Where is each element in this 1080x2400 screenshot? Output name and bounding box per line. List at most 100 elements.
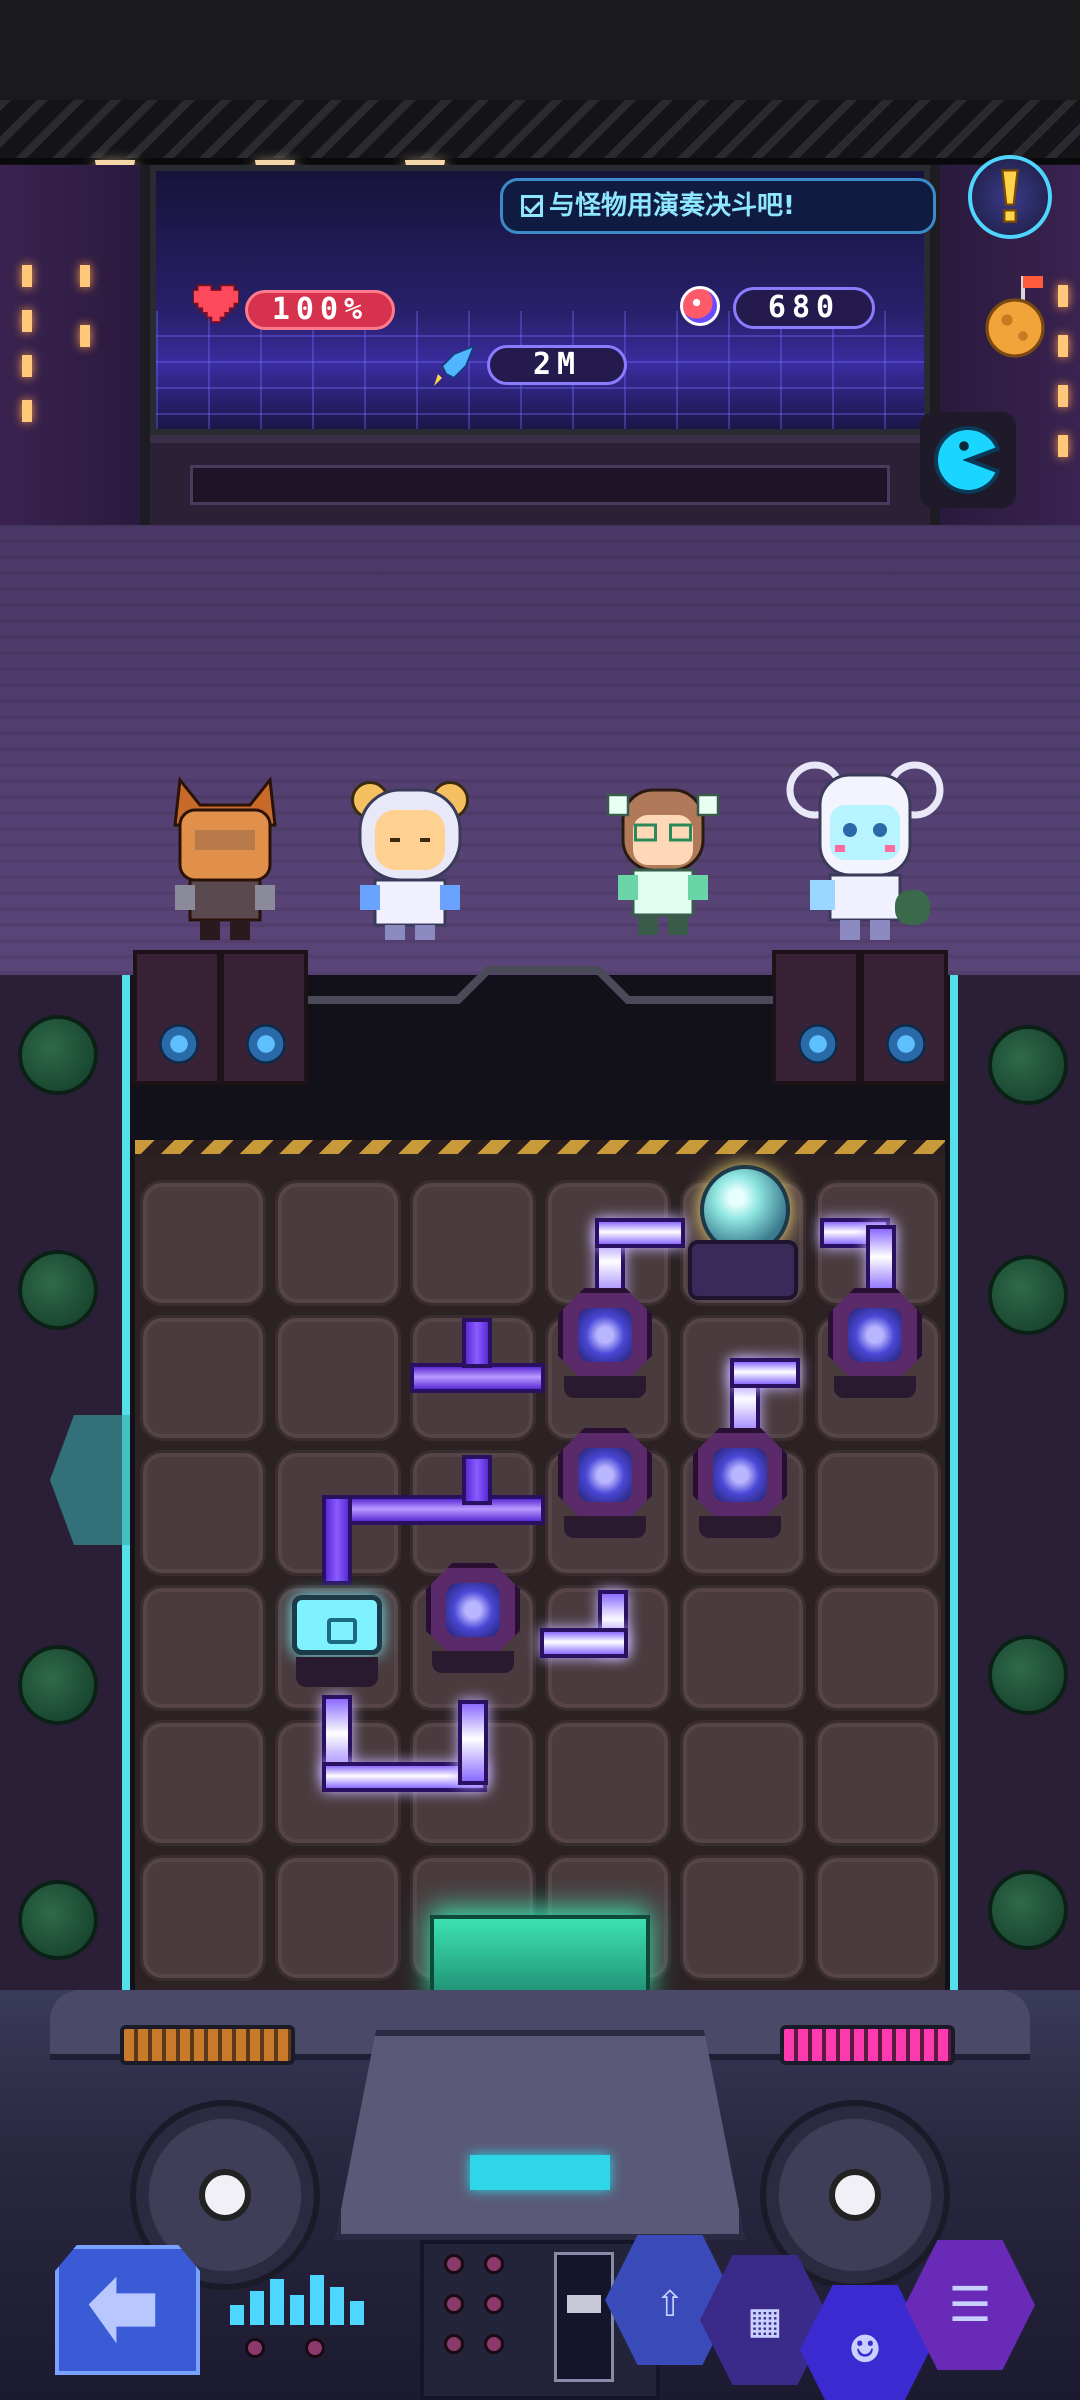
node-base: [296, 1657, 378, 1687]
node-base: [834, 1376, 916, 1398]
speaker: [860, 950, 948, 1085]
planet-flag-icon: [985, 276, 1045, 358]
pipe-segment[interactable]: [462, 1318, 492, 1368]
board-tile[interactable]: [275, 1855, 401, 1981]
board-tile[interactable]: [680, 1720, 806, 1846]
orb-pedestal: [688, 1240, 798, 1300]
knob[interactable]: [444, 2294, 464, 2314]
mission-banner[interactable]: 与怪物用演奏决斗吧!: [500, 178, 936, 234]
amplifier-node[interactable]: [820, 1280, 930, 1400]
board-tile[interactable]: [140, 1720, 266, 1846]
amplifier-node[interactable]: [550, 1280, 660, 1400]
knob[interactable]: [444, 2254, 464, 2274]
knob[interactable]: [484, 2334, 504, 2354]
checkbox-icon: [521, 195, 543, 217]
planet-button[interactable]: [975, 268, 1055, 368]
node-base: [564, 1376, 646, 1398]
fader[interactable]: [554, 2252, 614, 2382]
board-tile[interactable]: [140, 1855, 266, 1981]
wall-bulb: [22, 400, 32, 422]
board-tile[interactable]: [410, 1180, 536, 1306]
mission-text: 与怪物用演奏决斗吧!: [549, 191, 795, 221]
left-side-panel: [0, 975, 130, 2005]
pacman-icon: [934, 425, 1001, 494]
right-level-meter: [780, 2025, 955, 2065]
health-value: 100%: [245, 290, 395, 330]
wall-bulb: [22, 355, 32, 377]
node-core: [578, 1308, 632, 1362]
amplifier-node[interactable]: [685, 1420, 795, 1540]
speaker: [133, 950, 221, 1085]
knob[interactable]: [484, 2294, 504, 2314]
top-bar: [0, 0, 1080, 100]
pipe-segment[interactable]: [330, 1495, 545, 1525]
deck-light: [470, 2155, 610, 2190]
board-tile[interactable]: [815, 1720, 941, 1846]
wall-bulb: [80, 325, 90, 347]
eq-bar: [350, 2301, 364, 2325]
band-member-glasses-boy[interactable]: [598, 770, 728, 945]
speaker-cone: [886, 1024, 926, 1064]
band-member-fox[interactable]: [160, 770, 290, 945]
amplifier-node[interactable]: [550, 1420, 660, 1540]
wall-bulb: [80, 265, 90, 287]
eq-bar: [270, 2279, 284, 2325]
back-arrow-icon: [88, 2276, 156, 2344]
board-tile[interactable]: [545, 1720, 671, 1846]
left-level-meter: [120, 2025, 295, 2065]
board-tile[interactable]: [140, 1180, 266, 1306]
wall-bulb: [22, 265, 32, 287]
board-tile[interactable]: [815, 1585, 941, 1711]
board-tile[interactable]: [140, 1450, 266, 1576]
board-tile[interactable]: [275, 1315, 401, 1441]
pipe-segment[interactable]: [540, 1628, 628, 1658]
eq-bar: [310, 2275, 324, 2325]
node-base: [699, 1516, 781, 1538]
eq-bar: [230, 2305, 244, 2325]
knob[interactable]: [305, 2338, 325, 2358]
alert-button[interactable]: [968, 155, 1052, 239]
pipe-segment[interactable]: [730, 1358, 800, 1388]
pipe-segment[interactable]: [595, 1218, 685, 1248]
board-tile[interactable]: [140, 1315, 266, 1441]
plant-decoration: [988, 1255, 1068, 1335]
wall-bulb: [1058, 435, 1068, 457]
board-tile[interactable]: [680, 1855, 806, 1981]
board-tile[interactable]: [680, 1585, 806, 1711]
plant-decoration: [18, 1645, 98, 1725]
screen-base: [150, 435, 930, 525]
knob[interactable]: [484, 2254, 504, 2274]
board-tile[interactable]: [815, 1450, 941, 1576]
pipe-segment[interactable]: [462, 1455, 492, 1505]
knob[interactable]: [245, 2338, 265, 2358]
target-icon: [199, 2169, 251, 2221]
wall-bulb: [1058, 335, 1068, 357]
pipe-segment[interactable]: [322, 1495, 352, 1585]
eq-bar: [330, 2287, 344, 2325]
plant-decoration: [18, 1880, 98, 1960]
pacman-button[interactable]: [920, 412, 1016, 508]
amplifier-node[interactable]: [418, 1555, 528, 1675]
stage-truss: [0, 100, 1080, 164]
hazard-stripe: [135, 1140, 945, 1154]
band-member-robot-girl[interactable]: [785, 760, 945, 945]
center-deck: [335, 2030, 745, 2240]
unlock-node[interactable]: [282, 1585, 392, 1695]
equalizer: [230, 2265, 370, 2325]
speaker-cone: [246, 1024, 286, 1064]
rocket-icon: [434, 344, 476, 386]
side-window: [50, 1415, 130, 1545]
band-member-bear-girl[interactable]: [345, 770, 475, 945]
fader-handle[interactable]: [567, 2295, 601, 2313]
target-icon: [829, 2169, 881, 2221]
knob[interactable]: [444, 2334, 464, 2354]
distance-value: 2M: [487, 345, 627, 385]
back-button[interactable]: [55, 2245, 200, 2375]
board-tile[interactable]: [275, 1180, 401, 1306]
board-tile[interactable]: [815, 1855, 941, 1981]
board-tile[interactable]: [140, 1585, 266, 1711]
stage-rail: [308, 966, 773, 1004]
node-core: [848, 1308, 902, 1362]
eq-bar: [250, 2291, 264, 2325]
pipe-segment[interactable]: [458, 1700, 488, 1785]
